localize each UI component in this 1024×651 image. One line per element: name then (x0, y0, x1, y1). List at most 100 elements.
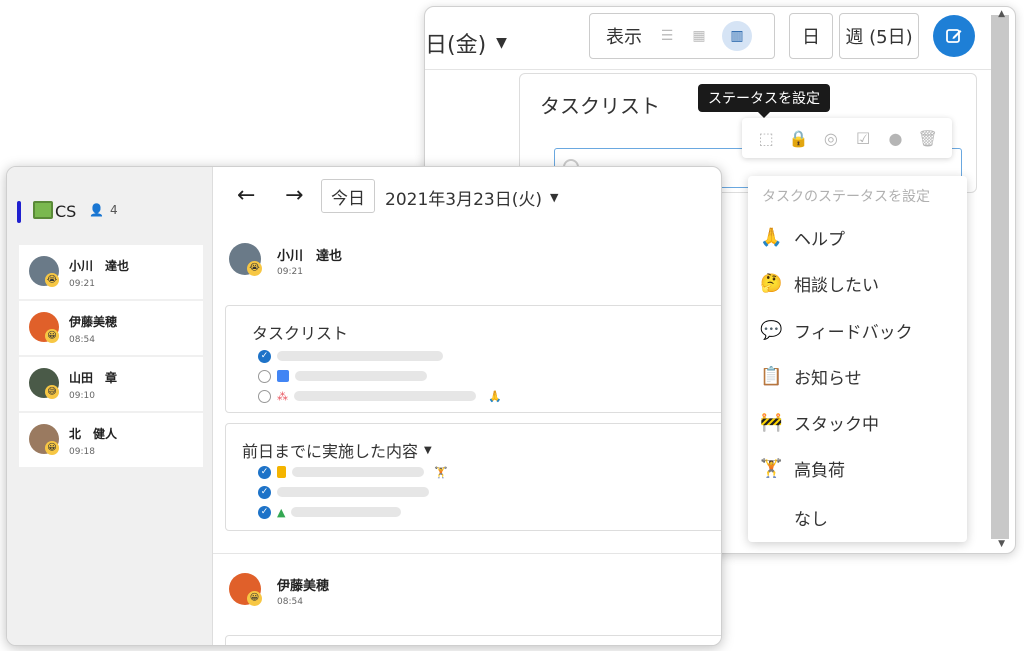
sidebar-member[interactable]: 😀 北 健人 09:18 (19, 413, 203, 467)
unchecked-icon[interactable] (258, 389, 271, 403)
pray-icon: 🙏 (760, 226, 783, 248)
day-view-button[interactable]: 日 (789, 13, 833, 59)
member-name: 伊藤美穂 (69, 315, 118, 329)
status-item-label: 高負荷 (794, 460, 845, 481)
task-text-placeholder (292, 467, 424, 477)
task-text-placeholder (291, 507, 402, 517)
task-text-placeholder (277, 487, 429, 497)
status-icon[interactable]: ◎ (820, 129, 842, 148)
google-docs-icon (277, 466, 286, 478)
tasklist-title-text: タスクリスト (252, 324, 349, 343)
task-row[interactable] (258, 368, 427, 384)
done-title[interactable]: 前日までに実施した内容 ▼ (242, 438, 432, 462)
back-date-selector[interactable]: 日(金) ▼ (425, 27, 507, 59)
calendar-view-icon[interactable]: ▦ (690, 27, 708, 45)
team-logo-icon (33, 201, 53, 219)
clipboard-icon: 📋 (760, 365, 783, 387)
thinking-icon: 🤔 (760, 272, 783, 294)
mood-icon: 😀 (45, 441, 59, 455)
today-button[interactable]: 今日 (321, 179, 375, 213)
team-indicator (17, 201, 21, 223)
sidebar-member[interactable]: 😅 山田 章 09:10 (19, 357, 203, 411)
task-row[interactable]: ✓ ▲ (258, 504, 402, 520)
status-item-label: スタック中 (794, 414, 879, 435)
tag-add-icon[interactable]: ⬚ (755, 129, 777, 148)
member-time: 08:54 (69, 335, 95, 345)
mood-icon: 😭 (45, 273, 59, 287)
status-item-help[interactable]: 🙏 ヘルプ (760, 222, 845, 252)
back-date-label: 日(金) (425, 33, 487, 58)
chevron-down-icon: ▼ (496, 35, 507, 51)
arrow-left-icon[interactable]: ← (237, 183, 255, 208)
member-name: 山田 章 (69, 371, 118, 385)
done-title-text: 前日までに実施した内容 (242, 442, 419, 461)
list-view-icon[interactable]: ☰ (658, 27, 676, 45)
scroll-down-icon[interactable]: ▼ (998, 539, 1005, 549)
chevron-down-icon: ▼ (424, 444, 432, 456)
task-row[interactable]: ✓ (258, 348, 443, 364)
member-count-value: 4 (109, 203, 118, 217)
status-item-stuck[interactable]: 🚧 スタック中 (760, 407, 879, 437)
member-time: 09:18 (69, 447, 95, 457)
calendar-check-icon[interactable]: ☑ (852, 129, 874, 148)
member-time: 09:10 (69, 391, 95, 401)
front-window: CS 👤 4 😭 小川 達也 09:21 😀 伊藤美穂 08:54 😅 山田 章… (6, 166, 722, 646)
status-menu-header: タスクのステータスを設定 (762, 189, 930, 205)
sidebar: CS 👤 4 😭 小川 達也 09:21 😀 伊藤美穂 08:54 😅 山田 章… (7, 167, 213, 645)
team-name[interactable]: CS (55, 202, 76, 221)
arrow-right-icon[interactable]: → (285, 183, 303, 208)
trash-icon[interactable]: 🗑 (917, 129, 939, 148)
member-time: 09:21 (69, 279, 95, 289)
edit-icon (946, 29, 962, 43)
tasklist-title: タスクリスト (252, 320, 348, 344)
task-row[interactable]: ✓ (258, 484, 429, 500)
status-item-label: なし (794, 509, 828, 530)
status-item-none[interactable]: なし (760, 502, 828, 532)
member-name: 北 健人 (69, 427, 118, 441)
status-item-feedback[interactable]: 💬 フィードバック (760, 315, 913, 345)
check-icon[interactable]: ✓ (258, 485, 271, 499)
unchecked-icon[interactable] (258, 369, 271, 383)
mood-icon: 😀 (45, 329, 59, 343)
scrollbar[interactable] (991, 15, 1009, 539)
member-name: 小川 達也 (69, 259, 130, 273)
scroll-up-icon[interactable]: ▲ (998, 9, 1005, 19)
sidebar-member[interactable]: 😭 小川 達也 09:21 (19, 245, 203, 299)
task-row[interactable]: ⁂ 🙏 (258, 388, 502, 404)
status-item-high-load[interactable]: 🏋 高負荷 (760, 453, 845, 483)
view-toggle-group: 表示 ☰ ▦ ▥ (589, 13, 775, 59)
status-item-label: ヘルプ (794, 229, 845, 250)
compose-button[interactable] (933, 15, 975, 57)
user-icon: 👤 (89, 203, 104, 217)
task-text-placeholder (294, 391, 476, 401)
chevron-down-icon: ▼ (549, 191, 559, 204)
status-item-notice[interactable]: 📋 お知らせ (760, 361, 862, 391)
google-drive-icon: ▲ (277, 505, 286, 519)
check-icon[interactable]: ✓ (258, 505, 271, 519)
check-icon[interactable]: ✓ (258, 465, 271, 479)
mood-icon: 😀 (247, 591, 262, 606)
status-menu: タスクのステータスを設定 🙏 ヘルプ 🤔 相談したい 💬 フィードバック 📋 お… (748, 176, 967, 542)
front-toolbar: ← → 今日 2021年3月23日(火) ▼ (213, 167, 721, 225)
task-row[interactable]: ✓ 🏋 (258, 464, 448, 480)
post-divider (213, 553, 721, 554)
board-view-icon[interactable]: ▥ (722, 21, 752, 51)
week-view-button[interactable]: 週 (5日) (839, 13, 919, 59)
lock-icon[interactable]: 🔒 (787, 129, 809, 148)
weightlifter-icon: 🏋 (434, 465, 448, 479)
back-card-title: タスクリスト (540, 94, 660, 118)
status-item-consult[interactable]: 🤔 相談したい (760, 268, 879, 298)
construction-icon: 🚧 (760, 411, 783, 433)
status-item-label: お知らせ (794, 368, 862, 389)
next-card (225, 635, 721, 645)
assign-user-icon[interactable]: ● (884, 129, 906, 148)
task-text-placeholder (295, 371, 427, 381)
status-item-label: フィードバック (794, 322, 913, 343)
date-selector[interactable]: 2021年3月23日(火) ▼ (385, 185, 558, 210)
google-calendar-icon (277, 370, 289, 382)
pray-icon: 🙏 (488, 389, 502, 403)
check-icon[interactable]: ✓ (258, 349, 271, 363)
tooltip: ステータスを設定 (698, 84, 830, 118)
sidebar-member[interactable]: 😀 伊藤美穂 08:54 (19, 301, 203, 355)
task-action-bar: ⬚ 🔒 ◎ ☑ ● 🗑 (742, 118, 952, 158)
